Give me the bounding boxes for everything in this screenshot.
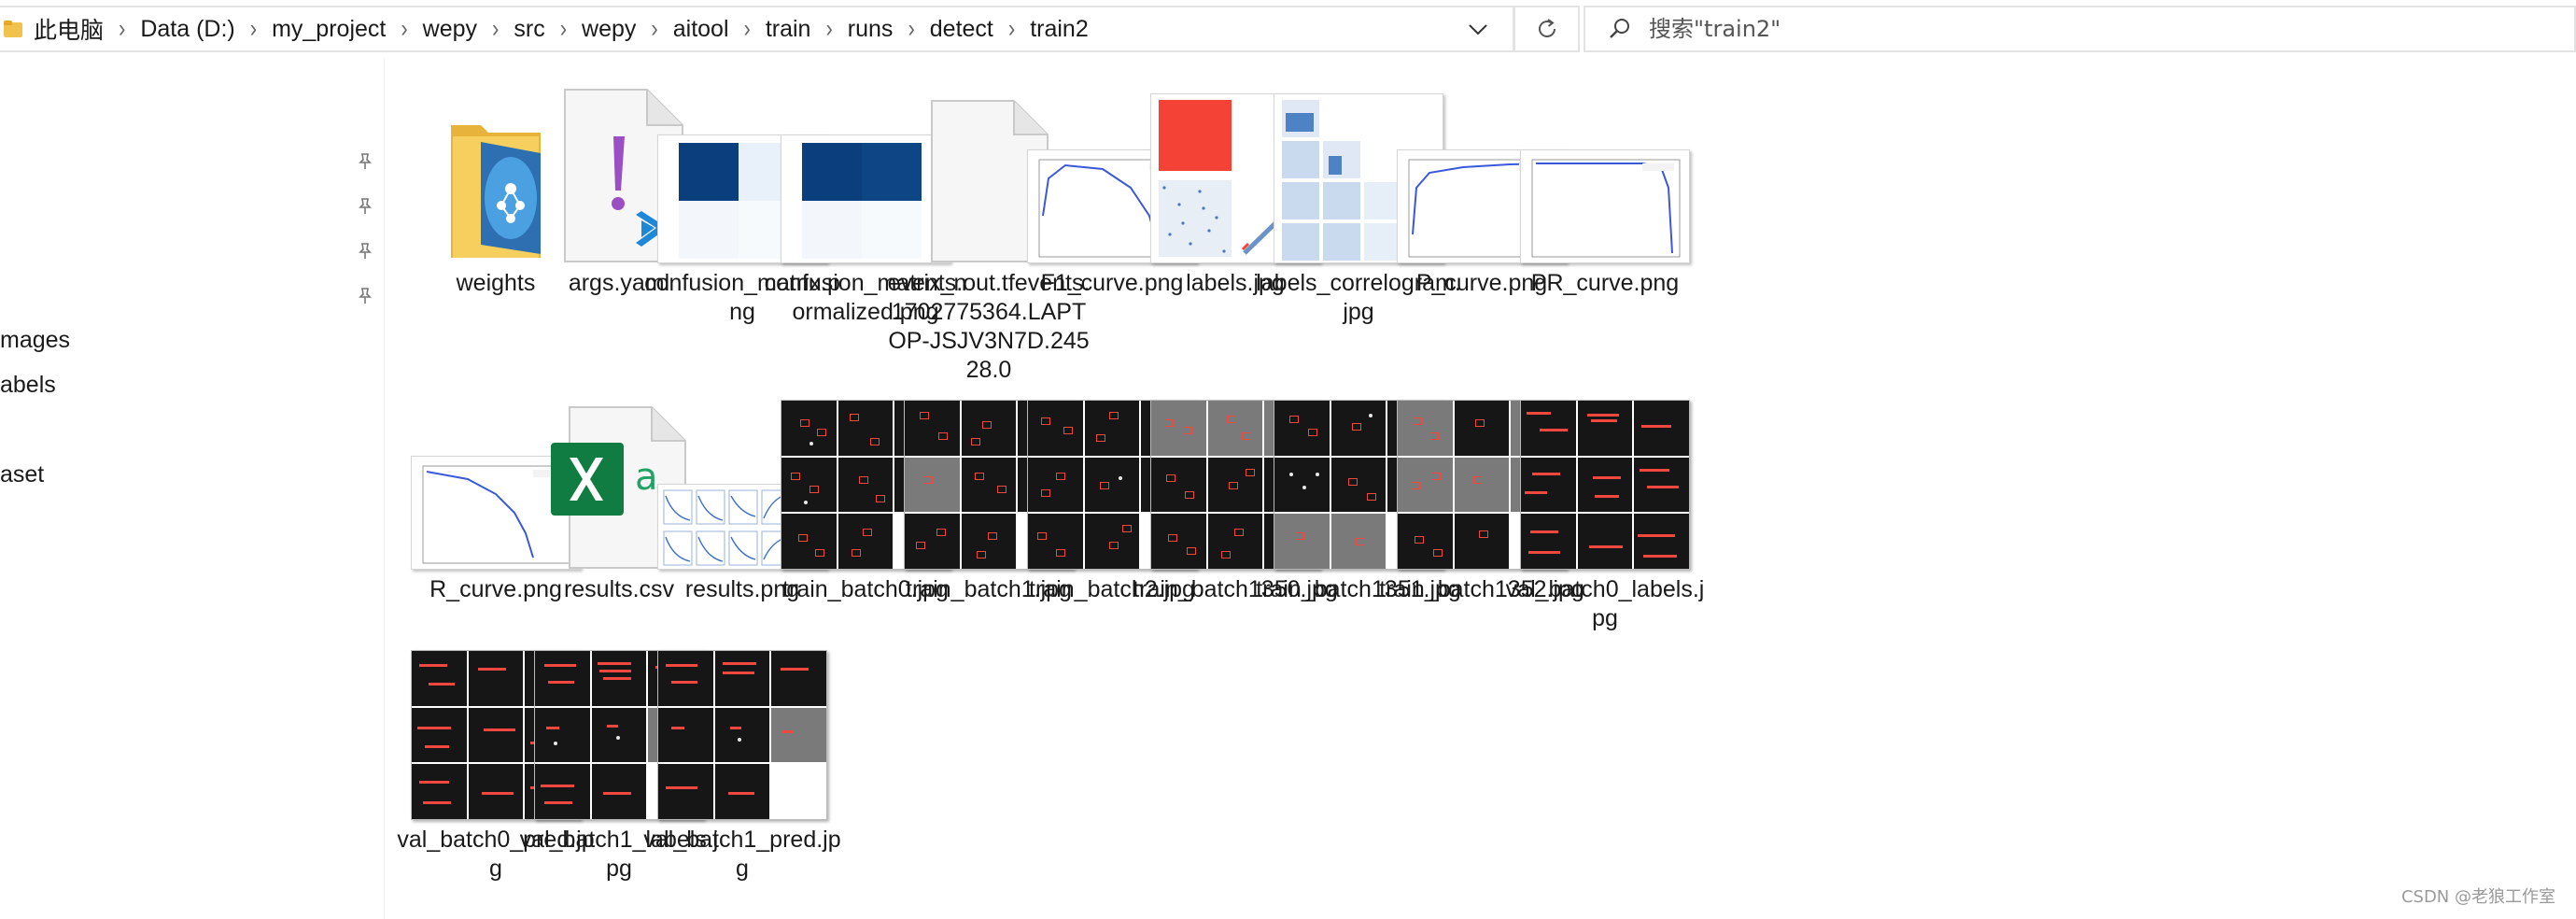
breadcrumb-drive[interactable]: Data (D:) <box>140 16 234 43</box>
chevron-right-icon[interactable]: › <box>825 14 832 43</box>
chevron-right-icon[interactable]: › <box>744 14 751 43</box>
history-dropdown-button[interactable] <box>1464 16 1492 44</box>
file-name: val_batch1_pred.jpg <box>643 827 841 882</box>
folder-icon <box>4 21 22 37</box>
chevron-right-icon[interactable]: › <box>908 14 914 43</box>
image-thumbnail <box>657 650 827 820</box>
pin-icon[interactable] <box>355 286 375 306</box>
file-list: weights args.yaml confusion_matrix.png c… <box>386 58 2576 919</box>
breadcrumb-wepy[interactable]: wepy <box>423 16 477 43</box>
refresh-button[interactable] <box>1514 6 1580 52</box>
image-thumbnail <box>1520 400 1690 570</box>
breadcrumb-runs[interactable]: runs <box>848 16 894 43</box>
file-item-pr-curve[interactable]: PR_curve.png <box>1497 80 1713 298</box>
pin-icon[interactable] <box>355 241 375 262</box>
file-name: val_batch0_labels.jpg <box>1505 576 1705 631</box>
breadcrumb-train[interactable]: train <box>766 16 811 43</box>
search-icon <box>1610 19 1629 38</box>
chevron-right-icon[interactable]: › <box>560 14 567 43</box>
chevron-right-icon[interactable]: › <box>1008 14 1015 43</box>
breadcrumb-aitool[interactable]: aitool <box>673 16 729 43</box>
breadcrumb-train2[interactable]: train2 <box>1030 16 1089 43</box>
sidebar-item-labels[interactable]: abels <box>0 372 56 399</box>
search-input[interactable] <box>1649 16 2489 42</box>
chevron-down-icon <box>1469 24 1487 35</box>
watermark: CSDN @老狼工作室 <box>2400 887 2555 907</box>
file-item-val-batch1-pred[interactable]: val_batch1_pred.jpg <box>634 637 851 884</box>
pin-icon[interactable] <box>355 196 375 217</box>
chevron-right-icon[interactable]: › <box>651 14 657 43</box>
file-name: PR_curve.png <box>1530 270 1680 296</box>
chevron-right-icon[interactable]: › <box>401 14 407 43</box>
refresh-icon <box>1538 19 1555 37</box>
image-thumbnail <box>1520 149 1690 263</box>
sidebar-item-images[interactable]: mages <box>0 327 70 354</box>
chevron-right-icon[interactable]: › <box>250 14 257 43</box>
file-item-val-batch0-labels[interactable]: val_batch0_labels.jpg <box>1497 387 1713 633</box>
breadcrumb-my-project[interactable]: my_project <box>272 16 386 43</box>
breadcrumb-src[interactable]: src <box>514 16 544 43</box>
breadcrumb-this-pc[interactable]: 此电脑 <box>34 12 104 46</box>
breadcrumb-detect[interactable]: detect <box>930 16 993 43</box>
chevron-right-icon[interactable]: › <box>492 14 499 43</box>
navigation-pane: mages abels aset <box>0 58 385 919</box>
chevron-right-icon[interactable]: › <box>119 14 125 43</box>
address-bar[interactable]: 此电脑 › Data (D:) › my_project › wepy › sr… <box>0 6 1514 52</box>
search-box[interactable] <box>1584 6 2576 52</box>
breadcrumb: 此电脑 › Data (D:) › my_project › wepy › sr… <box>34 12 1089 46</box>
sidebar-item-dataset[interactable]: aset <box>0 461 44 488</box>
navigation-bar: 此电脑 › Data (D:) › my_project › wepy › sr… <box>0 0 2576 58</box>
breadcrumb-wepy-2[interactable]: wepy <box>582 16 636 43</box>
pin-icon[interactable] <box>355 151 375 172</box>
